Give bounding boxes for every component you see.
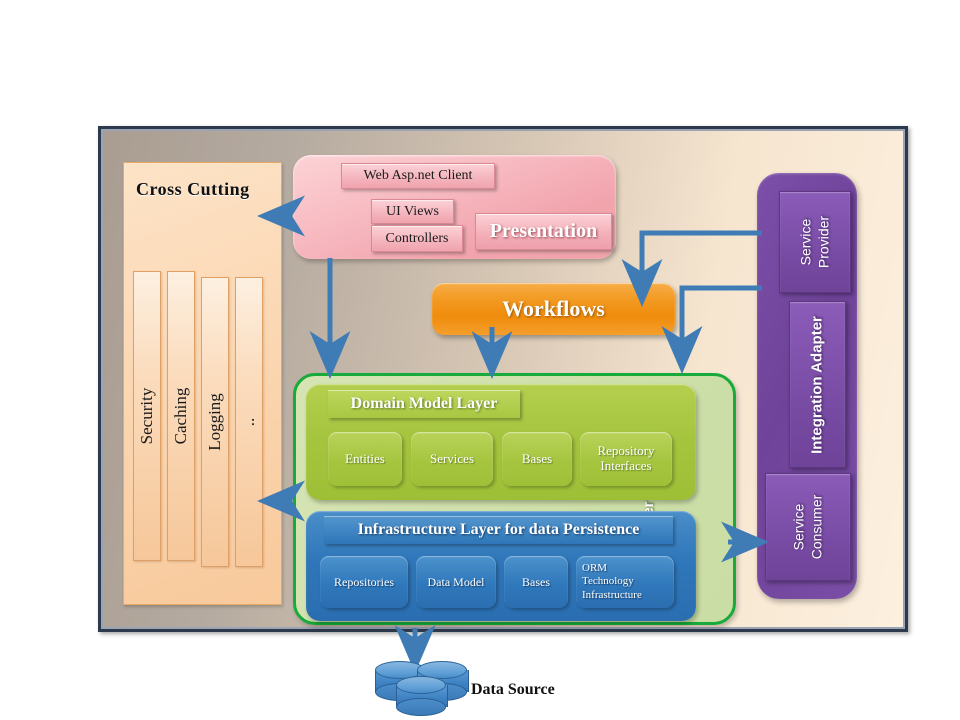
ui-views-box[interactable]: UI Views (371, 199, 454, 224)
services-label: Services (429, 450, 475, 466)
repository-interfaces-label: Repository Interfaces (597, 443, 655, 473)
bases-box-domain[interactable]: Bases (502, 432, 572, 486)
bases-label-infra: Bases (522, 574, 550, 589)
repositories-label: Repositories (334, 574, 394, 589)
workflows-box[interactable]: Workflows (432, 283, 675, 335)
app-server-component: App Server component Domain Model Layer … (293, 373, 736, 625)
data-source-group: Data Source (375, 655, 575, 716)
infrastructure-layer-title: Infrastructure Layer for data Persistenc… (324, 516, 673, 544)
data-model-box[interactable]: Data Model (416, 556, 496, 608)
repository-interfaces-box[interactable]: Repository Interfaces (580, 432, 672, 486)
entities-box[interactable]: Entities (328, 432, 402, 486)
cross-cutting-panel: Cross Cutting Security Caching Logging .… (123, 162, 282, 605)
data-model-label: Data Model (427, 574, 485, 589)
services-box[interactable]: Services (411, 432, 493, 486)
orm-technology-infrastructure-label: ORM Technology Infrastructure (582, 562, 642, 601)
integration-adapter-panel: Service Provider Integration Adapter Serv… (757, 173, 857, 599)
cross-cutting-column-logging[interactable]: Logging (201, 277, 229, 567)
orm-technology-infrastructure-box[interactable]: ORM Technology Infrastructure (576, 556, 674, 608)
data-source-label: Data Source (471, 681, 555, 698)
web-aspnet-client-box[interactable]: Web Asp.net Client (341, 163, 495, 189)
cross-cutting-title: Cross Cutting (136, 179, 250, 199)
service-provider-label: Service Provider (797, 215, 832, 269)
integration-adapter-box[interactable]: Integration Adapter (789, 301, 846, 468)
domain-model-layer-title: Domain Model Layer (328, 390, 520, 418)
cross-cutting-label-caching: Caching (171, 387, 190, 445)
integration-adapter-label: Integration Adapter (808, 315, 826, 454)
infrastructure-layer: Infrastructure Layer for data Persistenc… (306, 511, 696, 621)
entities-label: Entities (345, 450, 385, 466)
repositories-box[interactable]: Repositories (320, 556, 408, 608)
bases-label-domain: Bases (521, 450, 553, 466)
presentation-label: Presentation (475, 213, 612, 250)
bases-box-infra[interactable]: Bases (504, 556, 568, 608)
service-consumer-label: Service Consumer (790, 494, 825, 560)
service-provider-box[interactable]: Service Provider (779, 191, 851, 293)
presentation-layer: Web Asp.net Client UI Views Controllers … (293, 155, 616, 259)
cross-cutting-label-logging: Logging (205, 393, 224, 451)
domain-model-layer: Domain Model Layer Entities Services Bas… (306, 384, 696, 500)
cross-cutting-column-caching[interactable]: Caching (167, 271, 195, 561)
cylinder-top (396, 676, 446, 694)
database-cylinder-front (396, 676, 448, 718)
cross-cutting-column-security[interactable]: Security (133, 271, 161, 561)
cross-cutting-column-more[interactable]: .. (235, 277, 263, 567)
service-consumer-box[interactable]: Service Consumer (765, 473, 851, 581)
cross-cutting-label-security: Security (137, 387, 156, 445)
controllers-box[interactable]: Controllers (371, 225, 463, 252)
cylinder-bottom (396, 698, 446, 716)
architecture-diagram-frame: Cross Cutting Security Caching Logging .… (98, 126, 908, 632)
cross-cutting-label-more: .. (239, 417, 258, 427)
